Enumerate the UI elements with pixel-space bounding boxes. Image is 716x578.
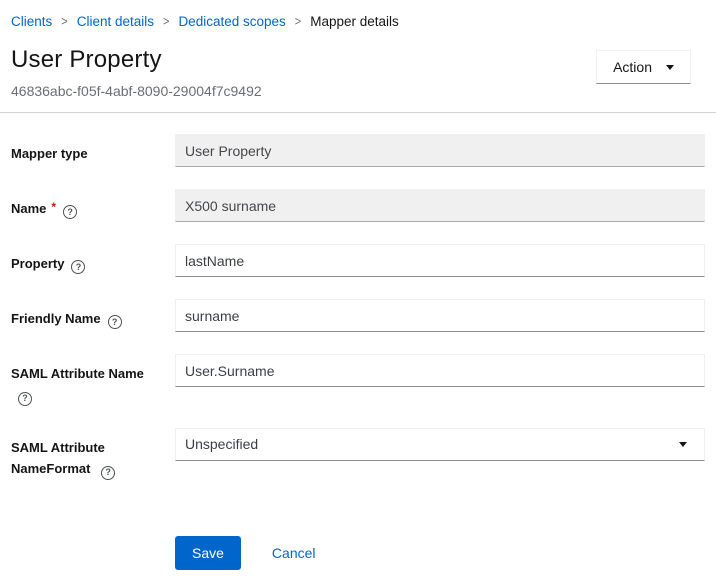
breadcrumb-separator-icon: > <box>61 14 67 28</box>
title-block: User Property 46836abc-f05f-4abf-8090-29… <box>11 46 262 99</box>
field-friendly-name: Friendly Name? <box>11 299 705 332</box>
mapper-type-input[interactable] <box>175 134 705 167</box>
property-input[interactable] <box>175 244 705 277</box>
property-label: Property? <box>11 244 175 274</box>
field-name: Name *? <box>11 189 705 222</box>
required-asterisk: * <box>51 200 56 214</box>
mapper-id: 46836abc-f05f-4abf-8090-29004f7c9492 <box>11 83 262 99</box>
save-button[interactable]: Save <box>175 536 241 570</box>
name-help-icon[interactable]: ? <box>63 205 77 219</box>
friendly-name-label: Friendly Name? <box>11 299 175 329</box>
action-dropdown-label: Action <box>613 59 652 75</box>
cancel-link[interactable]: Cancel <box>272 545 316 561</box>
breadcrumb-clients[interactable]: Clients <box>11 14 52 29</box>
saml-attribute-name-label: SAML Attribute Name ? <box>11 354 175 406</box>
field-saml-attribute-name: SAML Attribute Name ? <box>11 354 705 406</box>
field-mapper-type: Mapper type <box>11 134 705 167</box>
caret-down-icon <box>679 442 687 447</box>
selected-option-label: Unspecified <box>185 436 258 452</box>
saml-attribute-name-label-text: SAML Attribute Name <box>11 366 144 381</box>
caret-down-icon <box>666 65 674 70</box>
breadcrumb-client-details[interactable]: Client details <box>77 14 154 29</box>
saml-attribute-name-field <box>175 354 705 387</box>
form-actions: Save Cancel <box>175 536 705 570</box>
friendly-name-field <box>175 299 705 332</box>
saml-attribute-name-help-icon[interactable]: ? <box>18 392 32 406</box>
mapper-form: Mapper type Name*? Property? Fri <box>11 134 705 570</box>
breadcrumb-separator-icon: > <box>295 14 301 28</box>
field-property: Property? <box>11 244 705 277</box>
breadcrumb-separator-icon: > <box>163 14 169 28</box>
friendly-name-help-icon[interactable]: ? <box>108 315 122 329</box>
friendly-name-label-text: Friendly Name <box>11 311 101 326</box>
saml-attribute-name-input[interactable] <box>175 354 705 387</box>
mapper-type-label-text: Mapper type <box>11 146 88 161</box>
mapper-details-page: Clients > Client details > Dedicated sco… <box>0 0 716 570</box>
page-header: User Property 46836abc-f05f-4abf-8090-29… <box>11 46 705 99</box>
mapper-type-field <box>175 134 705 167</box>
property-label-text: Property <box>11 256 64 271</box>
name-label-text: Name <box>11 201 46 216</box>
saml-attribute-nameformat-select[interactable]: Unspecified <box>175 428 705 461</box>
saml-attribute-nameformat-label-text: SAML Attribute NameFormat <box>11 440 105 476</box>
saml-attribute-nameformat-field: Unspecified <box>175 428 705 461</box>
action-dropdown-button[interactable]: Action <box>596 50 691 84</box>
mapper-type-label: Mapper type <box>11 134 175 164</box>
name-label: Name *? <box>11 189 175 219</box>
saml-attribute-nameformat-label: SAML Attribute NameFormat ? <box>11 428 175 480</box>
property-field <box>175 244 705 277</box>
saml-attribute-nameformat-help-icon[interactable]: ? <box>101 466 115 480</box>
friendly-name-input[interactable] <box>175 299 705 332</box>
field-saml-attribute-nameformat: SAML Attribute NameFormat ? Unspecified <box>11 428 705 480</box>
name-field <box>175 189 705 222</box>
name-input[interactable] <box>175 189 705 222</box>
breadcrumb: Clients > Client details > Dedicated sco… <box>11 0 705 29</box>
breadcrumb-mapper-details: Mapper details <box>310 14 399 29</box>
property-help-icon[interactable]: ? <box>71 260 85 274</box>
page-title: User Property <box>11 46 262 74</box>
section-divider <box>0 112 716 113</box>
breadcrumb-dedicated-scopes[interactable]: Dedicated scopes <box>178 14 285 29</box>
